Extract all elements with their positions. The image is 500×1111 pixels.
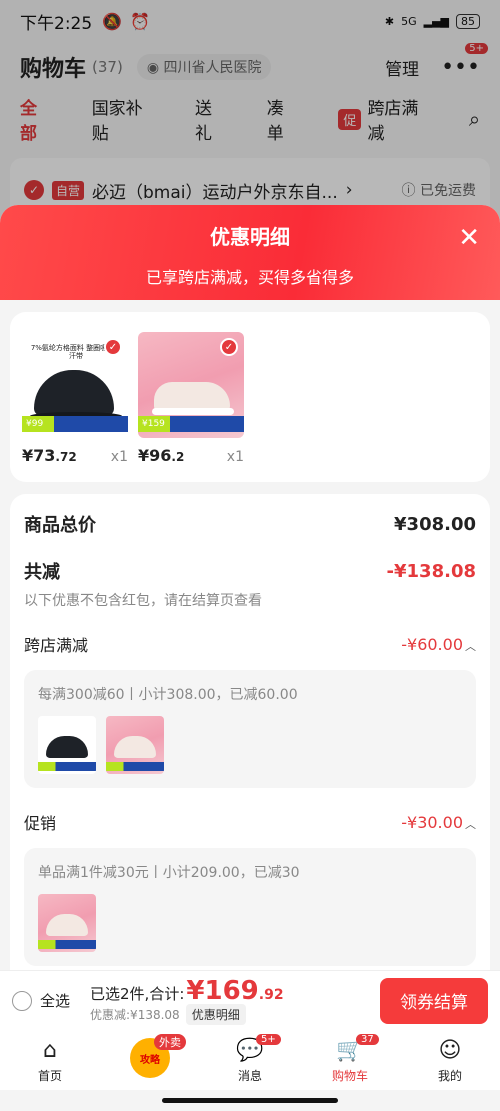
- tab-label: 首页: [37, 1069, 62, 1083]
- tab-home[interactable]: ⌂ 首页: [0, 1030, 100, 1090]
- price-strip: ¥99: [22, 416, 128, 432]
- product-thumbnail: ¥159 ✓: [138, 332, 244, 438]
- product-card-shoe[interactable]: ¥159 ✓ ¥96.2 x1: [138, 332, 244, 482]
- total-value: ¥308.00: [394, 513, 476, 535]
- savings-row: 共减 -¥138.08: [24, 558, 476, 584]
- discount-breakdown: 商品总价 ¥308.00 共减 -¥138.08 以下优惠不包含红包，请在结算页…: [10, 494, 490, 1034]
- cap-image: [34, 370, 114, 416]
- shoe-sole: [152, 408, 234, 415]
- tab-messages[interactable]: 💬 5+ 消息: [200, 1030, 300, 1090]
- total-row: 商品总价 ¥308.00: [24, 494, 476, 554]
- savings-note: 以下优惠不包含红包，请在结算页查看: [24, 593, 262, 609]
- mini-thumb-shoe: [38, 894, 96, 952]
- product-price: ¥73.72 x1: [22, 446, 128, 465]
- savings-value: -¥138.08: [386, 560, 476, 582]
- section-cross-store[interactable]: 跨店满减 -¥60.00 ︿: [24, 632, 476, 656]
- tab-label: 我的: [437, 1069, 462, 1083]
- section-cross-store-detail: 每满300减60丨小计308.00，已减60.00: [24, 670, 476, 788]
- checkout-button[interactable]: 领券结算: [380, 977, 488, 1024]
- discount-detail-button[interactable]: 优惠明细: [185, 1004, 246, 1025]
- section-desc: 单品满1件减30元丨小计209.00，已减30: [38, 865, 300, 881]
- product-qty: x1: [110, 449, 128, 465]
- product-list: 7%氨纶方格面料 整圈吸湿止汗带 ¥99 ✓ ¥73.72 x1 ¥159 ✓ …: [10, 312, 490, 482]
- takeout-badge: 外卖: [154, 1034, 186, 1050]
- section-desc: 每满300减60丨小计308.00，已减60.00: [38, 687, 298, 703]
- mini-thumb-cap: [38, 716, 96, 774]
- section-label: 跨店满减: [24, 636, 89, 655]
- sheet-header: 优惠明细 已享跨店满减，买得多省得多 ✕: [0, 205, 500, 300]
- sheet-subtitle: 已享跨店满减，买得多省得多: [145, 268, 354, 287]
- section-value-wrap: -¥30.00 ︿: [401, 813, 476, 832]
- mini-thumbs: [38, 894, 462, 952]
- total-label: 商品总价: [24, 515, 96, 536]
- savings-label: 共减: [24, 562, 60, 583]
- product-card-cap[interactable]: 7%氨纶方格面料 整圈吸湿止汗带 ¥99 ✓ ¥73.72 x1: [22, 332, 128, 482]
- total-price-cents: .92: [258, 987, 284, 1003]
- chevron-up-icon: ︿: [465, 639, 476, 653]
- bottom-tab-bar: ⌂ 首页 攻略 外卖 💬 5+ 消息 🛒 37 购物车 ☺ 我的: [0, 1030, 500, 1090]
- product-thumbnail: 7%氨纶方格面料 整圈吸湿止汗带 ¥99 ✓: [22, 332, 128, 438]
- discount-text: 优惠减:¥138.08: [90, 1008, 180, 1022]
- close-icon[interactable]: ✕: [458, 223, 480, 253]
- section-promo-detail: 单品满1件减30元丨小计209.00，已减30: [24, 848, 476, 966]
- section-value-wrap: -¥60.00 ︿: [401, 635, 476, 654]
- checkmark-icon[interactable]: ✓: [104, 338, 122, 356]
- tab-strategy[interactable]: 攻略 外卖: [100, 1030, 200, 1090]
- product-price: ¥96.2 x1: [138, 446, 244, 465]
- mini-thumb-shoe: [106, 716, 164, 774]
- home-icon: ⌂: [43, 1038, 57, 1063]
- section-value: -¥30.00: [401, 812, 463, 832]
- tab-label: 购物车: [331, 1069, 368, 1083]
- sheet-title: 优惠明细: [210, 225, 290, 249]
- checkmark-icon[interactable]: ✓: [220, 338, 238, 356]
- section-label: 促销: [24, 814, 57, 833]
- tab-label: 消息: [237, 1069, 262, 1083]
- select-all-label[interactable]: 全选: [40, 990, 70, 1011]
- selected-text: 已选2件,合计:: [90, 985, 185, 1003]
- profile-icon: ☺: [438, 1038, 462, 1063]
- total-price: ¥169: [186, 976, 259, 1006]
- section-value: -¥60.00: [401, 634, 463, 654]
- checkout-summary: 已选2件,合计: ¥169 .92 优惠减:¥138.08 优惠明细: [90, 976, 284, 1025]
- checkout-bar: 全选 已选2件,合计: ¥169 .92 优惠减:¥138.08 优惠明细 领券…: [0, 970, 500, 1030]
- chevron-up-icon: ︿: [465, 817, 476, 831]
- messages-badge: 5+: [256, 1034, 281, 1045]
- home-indicator: [162, 1098, 338, 1103]
- cart-badge: 37: [356, 1034, 379, 1045]
- tab-profile[interactable]: ☺ 我的: [400, 1030, 500, 1090]
- tab-cart[interactable]: 🛒 37 购物车: [300, 1030, 400, 1090]
- select-all-radio[interactable]: [12, 990, 32, 1011]
- price-strip: ¥159: [138, 416, 244, 432]
- product-qty: x1: [226, 449, 244, 465]
- mini-thumbs: [38, 716, 462, 774]
- section-promo[interactable]: 促销 -¥30.00 ︿: [24, 810, 476, 834]
